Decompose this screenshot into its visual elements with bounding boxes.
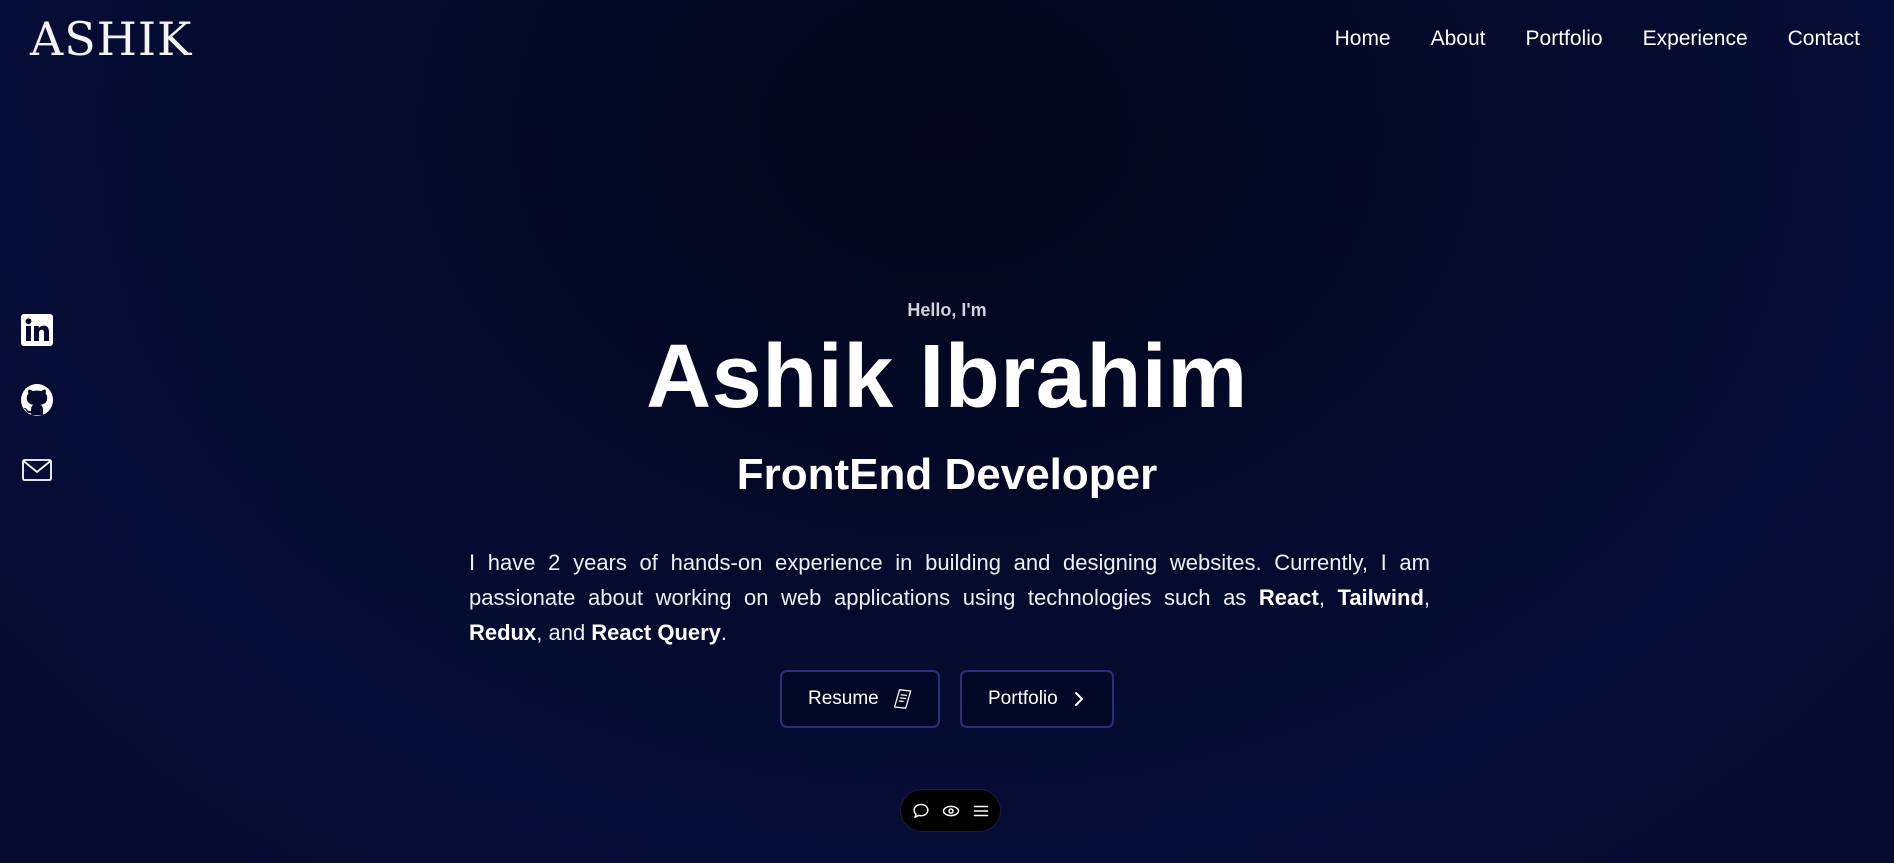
resume-button-label: Resume	[808, 688, 879, 709]
main-nav: Home About Portfolio Experience Contact	[1335, 27, 1860, 51]
chat-icon[interactable]	[912, 802, 930, 820]
hero-bio: I have 2 years of hands-on experience in…	[469, 545, 1430, 650]
tech-react: React	[1258, 585, 1319, 610]
portfolio-button-label: Portfolio	[988, 688, 1058, 709]
document-icon	[893, 689, 912, 709]
tech-react-query: React Query	[591, 620, 721, 645]
nav-experience[interactable]: Experience	[1643, 27, 1748, 51]
hero-section: Hello, I'm Ashik Ibrahim FrontEnd Develo…	[0, 300, 1894, 501]
hero-name: Ashik Ibrahim	[646, 327, 1248, 427]
chevron-right-icon	[1074, 692, 1083, 706]
bottom-dock	[900, 789, 1001, 832]
bio-end: .	[720, 620, 728, 645]
eye-icon[interactable]	[942, 802, 960, 820]
bio-separator: , and	[536, 620, 592, 645]
resume-button[interactable]: Resume	[780, 670, 940, 728]
bio-separator: ,	[1423, 585, 1431, 610]
nav-home[interactable]: Home	[1335, 27, 1391, 51]
nav-about[interactable]: About	[1431, 27, 1486, 51]
nav-contact[interactable]: Contact	[1788, 27, 1860, 51]
portfolio-button[interactable]: Portfolio	[960, 670, 1114, 728]
bio-separator: ,	[1318, 585, 1338, 610]
greeting: Hello, I'm	[907, 300, 987, 320]
nav-portfolio[interactable]: Portfolio	[1526, 27, 1603, 51]
tech-redux: Redux	[469, 620, 537, 645]
logo[interactable]: ASHIK	[30, 12, 192, 66]
tech-tailwind: Tailwind	[1337, 585, 1424, 610]
hero-role: FrontEnd Developer	[736, 450, 1158, 499]
hero-buttons: Resume Portfolio	[0, 670, 1894, 728]
menu-icon[interactable]	[972, 802, 990, 820]
